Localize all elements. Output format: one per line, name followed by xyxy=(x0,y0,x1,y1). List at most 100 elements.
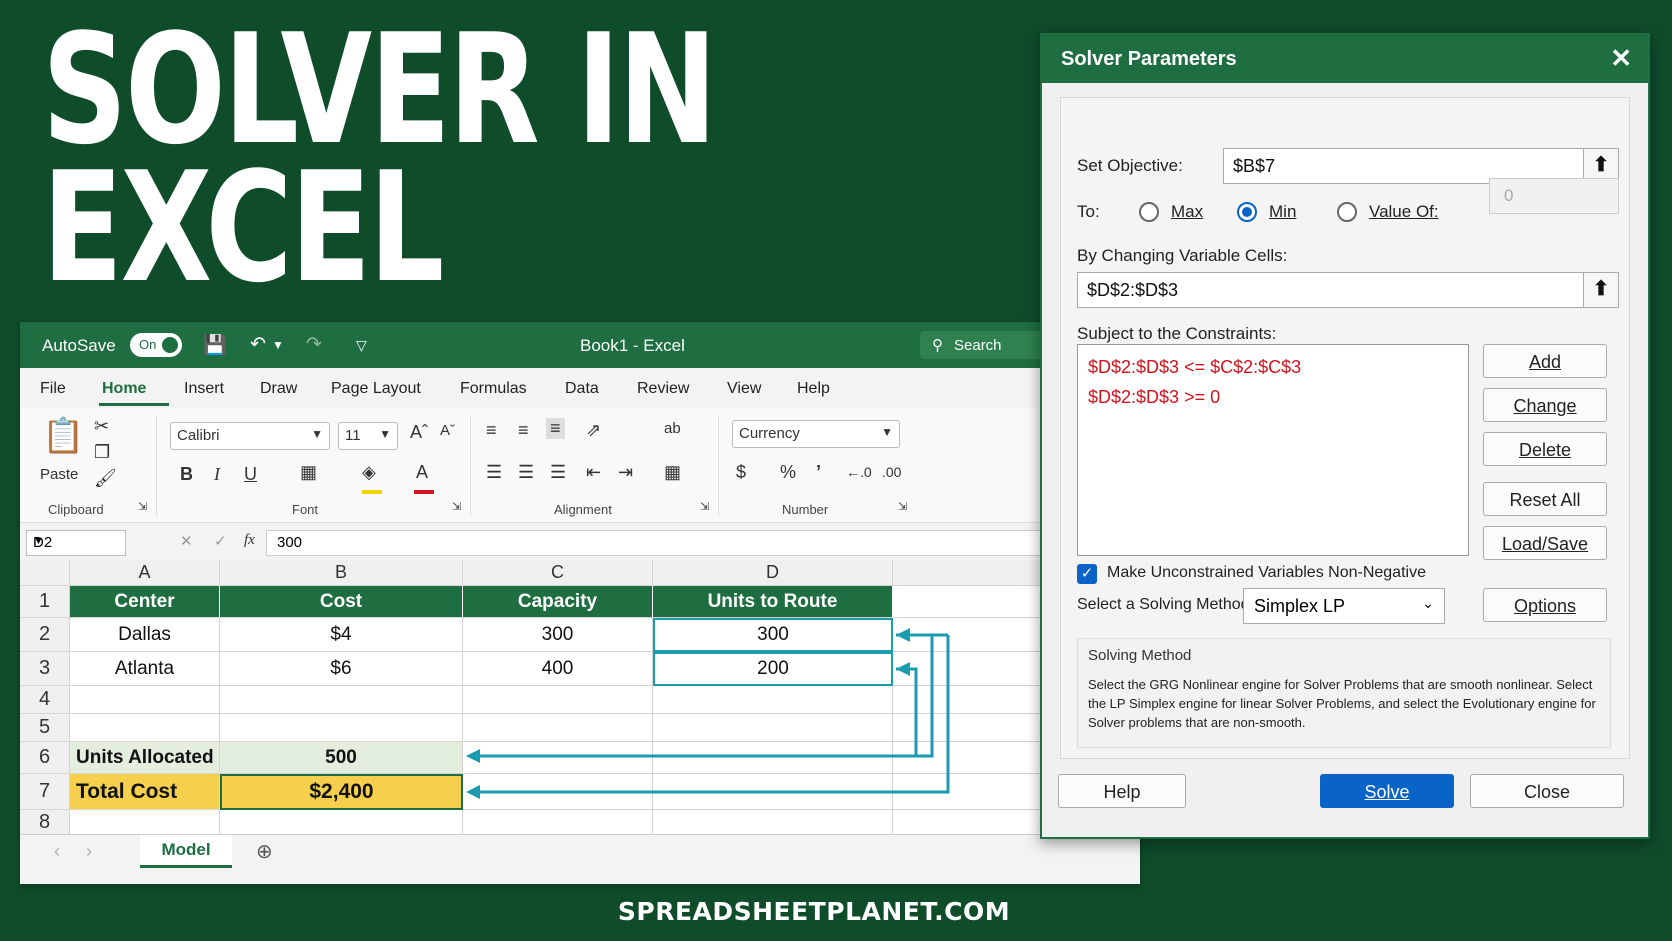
undo-dropdown-icon[interactable]: ▼ xyxy=(272,338,284,352)
increase-decimal-icon[interactable]: ←.0 xyxy=(846,464,872,480)
close-icon[interactable]: ✕ xyxy=(1610,43,1632,74)
comma-style-icon[interactable]: ’ xyxy=(816,462,821,483)
font-launcher-icon[interactable]: ⇲ xyxy=(452,500,461,513)
font-size-select[interactable]: 11 ▼ xyxy=(338,422,398,450)
search-icon: ⚲ xyxy=(932,337,943,354)
percent-style-icon[interactable]: % xyxy=(780,462,796,483)
merge-center-icon[interactable]: ▦ xyxy=(664,462,681,483)
number-launcher-icon[interactable]: ⇲ xyxy=(898,500,907,513)
align-bottom-icon[interactable]: ≡ xyxy=(546,418,565,439)
reset-all-button[interactable]: Reset All xyxy=(1483,482,1607,516)
options-button[interactable]: Options xyxy=(1483,588,1607,622)
tab-formulas[interactable]: Formulas xyxy=(460,380,527,398)
solving-method-select[interactable]: Simplex LP ⌄ xyxy=(1243,588,1445,624)
add-sheet-icon[interactable]: ⊕ xyxy=(256,839,273,864)
value-of-input[interactable]: 0 xyxy=(1489,178,1619,214)
underline-icon[interactable]: U xyxy=(244,464,257,485)
nonneg-checkbox[interactable]: ✓ xyxy=(1077,564,1097,584)
redo-icon[interactable]: ↷ xyxy=(306,333,322,356)
min-label[interactable]: Min xyxy=(1269,202,1296,222)
clipboard-launcher-icon[interactable]: ⇲ xyxy=(138,500,147,513)
formula-input[interactable]: 300 xyxy=(266,530,1138,556)
paste-icon[interactable]: 📋 xyxy=(42,416,84,456)
solving-method-box: Solving Method Select the GRG Nonlinear … xyxy=(1077,638,1611,748)
solve-button[interactable]: Solve xyxy=(1320,774,1454,808)
accounting-format-icon[interactable]: $ xyxy=(736,462,746,483)
tab-page-layout[interactable]: Page Layout xyxy=(331,380,421,398)
undo-icon[interactable]: ↶ xyxy=(250,333,266,356)
min-radio[interactable] xyxy=(1237,202,1257,222)
collapse-changing-icon[interactable]: ⬆ xyxy=(1583,273,1618,307)
separator xyxy=(718,416,719,516)
tab-insert[interactable]: Insert xyxy=(184,380,224,398)
solving-method-value: Simplex LP xyxy=(1254,596,1346,616)
tab-view[interactable]: View xyxy=(727,380,761,398)
scroll-right-icon[interactable]: › xyxy=(86,841,92,862)
tab-help[interactable]: Help xyxy=(797,380,830,398)
align-right-icon[interactable]: ☰ xyxy=(550,462,566,483)
insert-function-icon[interactable]: fx xyxy=(244,532,255,549)
chevron-down-icon: ⌄ xyxy=(1422,595,1434,611)
alignment-launcher-icon[interactable]: ⇲ xyxy=(700,500,709,513)
customize-toolbar-icon[interactable]: ▽ xyxy=(356,337,367,354)
scroll-left-icon[interactable]: ‹ xyxy=(54,841,60,862)
font-color-swatch xyxy=(414,490,434,494)
nonneg-label[interactable]: Make Unconstrained Variables Non-Negativ… xyxy=(1107,564,1426,582)
close-button[interactable]: Close xyxy=(1470,774,1624,808)
search-placeholder: Search xyxy=(954,337,1002,354)
load-save-button[interactable]: Load/Save xyxy=(1483,526,1607,560)
font-color-icon[interactable]: A xyxy=(416,462,428,483)
bold-icon[interactable]: B xyxy=(180,464,193,485)
alignment-group-label: Alignment xyxy=(554,502,612,517)
changing-cells-input[interactable]: $D$2:$D$3 ⬆ xyxy=(1077,272,1619,308)
max-radio[interactable] xyxy=(1139,202,1159,222)
constraints-list[interactable]: $D$2:$D$3 <= $C$2:$C$3 $D$2:$D$3 >= 0 xyxy=(1077,344,1469,556)
change-button[interactable]: Change xyxy=(1483,388,1607,422)
tab-draw[interactable]: Draw xyxy=(260,380,297,398)
constraints-label: Subject to the Constraints: xyxy=(1077,324,1277,343)
constraint-item[interactable]: $D$2:$D$3 <= $C$2:$C$3 xyxy=(1088,357,1301,378)
tab-home[interactable]: Home xyxy=(102,380,146,398)
align-center-icon[interactable]: ☰ xyxy=(518,462,534,483)
italic-icon[interactable]: I xyxy=(214,464,220,485)
autosave-toggle[interactable]: On xyxy=(130,333,182,357)
name-box[interactable]: D2 ▼ xyxy=(26,530,126,556)
cancel-icon[interactable]: ✕ xyxy=(180,532,193,550)
increase-indent-icon[interactable]: ⇥ xyxy=(618,462,633,483)
wrap-text-icon[interactable]: ab xyxy=(664,420,681,437)
font-name-value: Calibri xyxy=(177,427,220,444)
help-button[interactable]: Help xyxy=(1058,774,1186,808)
format-painter-icon[interactable]: 🖌 xyxy=(94,468,117,489)
decrease-indent-icon[interactable]: ⇤ xyxy=(586,462,601,483)
number-format-select[interactable]: Currency ▼ xyxy=(732,420,900,448)
cut-icon[interactable]: ✂ xyxy=(94,416,109,437)
decrease-font-icon[interactable]: Aˇ xyxy=(440,422,455,439)
tab-review[interactable]: Review xyxy=(637,380,689,398)
fill-color-icon[interactable]: ◈ xyxy=(362,462,376,483)
align-top-icon[interactable]: ≡ xyxy=(486,420,497,441)
constraint-item[interactable]: $D$2:$D$3 >= 0 xyxy=(1088,387,1220,408)
font-name-select[interactable]: Calibri ▼ xyxy=(170,422,330,450)
align-left-icon[interactable]: ☰ xyxy=(486,462,502,483)
clipboard-group-label: Clipboard xyxy=(48,502,104,517)
tab-data[interactable]: Data xyxy=(565,380,599,398)
enter-icon[interactable]: ✓ xyxy=(214,532,227,550)
borders-icon[interactable]: ▦ xyxy=(300,462,317,483)
dialog-body: Set Objective: $B$7 ⬆ To: Max Min Value O… xyxy=(1060,97,1630,759)
add-button[interactable]: Add xyxy=(1483,344,1607,378)
paste-label[interactable]: Paste xyxy=(40,466,78,483)
value-of-label[interactable]: Value Of: xyxy=(1369,202,1439,222)
method-label: Select a Solving Method: xyxy=(1077,596,1254,613)
save-icon[interactable]: 💾 xyxy=(203,333,227,357)
increase-font-icon[interactable]: Aˆ xyxy=(410,422,428,443)
tab-file[interactable]: File xyxy=(40,380,66,398)
delete-button[interactable]: Delete xyxy=(1483,432,1607,466)
ribbon: 📋 Paste ✂ ❐ 🖌 Clipboard ⇲ Calibri ▼ 11 ▼ A… xyxy=(20,408,1140,523)
decrease-decimal-icon[interactable]: .00 xyxy=(882,464,901,480)
align-middle-icon[interactable]: ≡ xyxy=(518,420,529,441)
sheet-tab-model[interactable]: Model xyxy=(140,835,232,868)
copy-icon[interactable]: ❐ xyxy=(94,442,110,463)
max-label[interactable]: Max xyxy=(1171,202,1203,222)
orientation-icon[interactable]: ⇗ xyxy=(586,420,601,441)
value-of-radio[interactable] xyxy=(1337,202,1357,222)
